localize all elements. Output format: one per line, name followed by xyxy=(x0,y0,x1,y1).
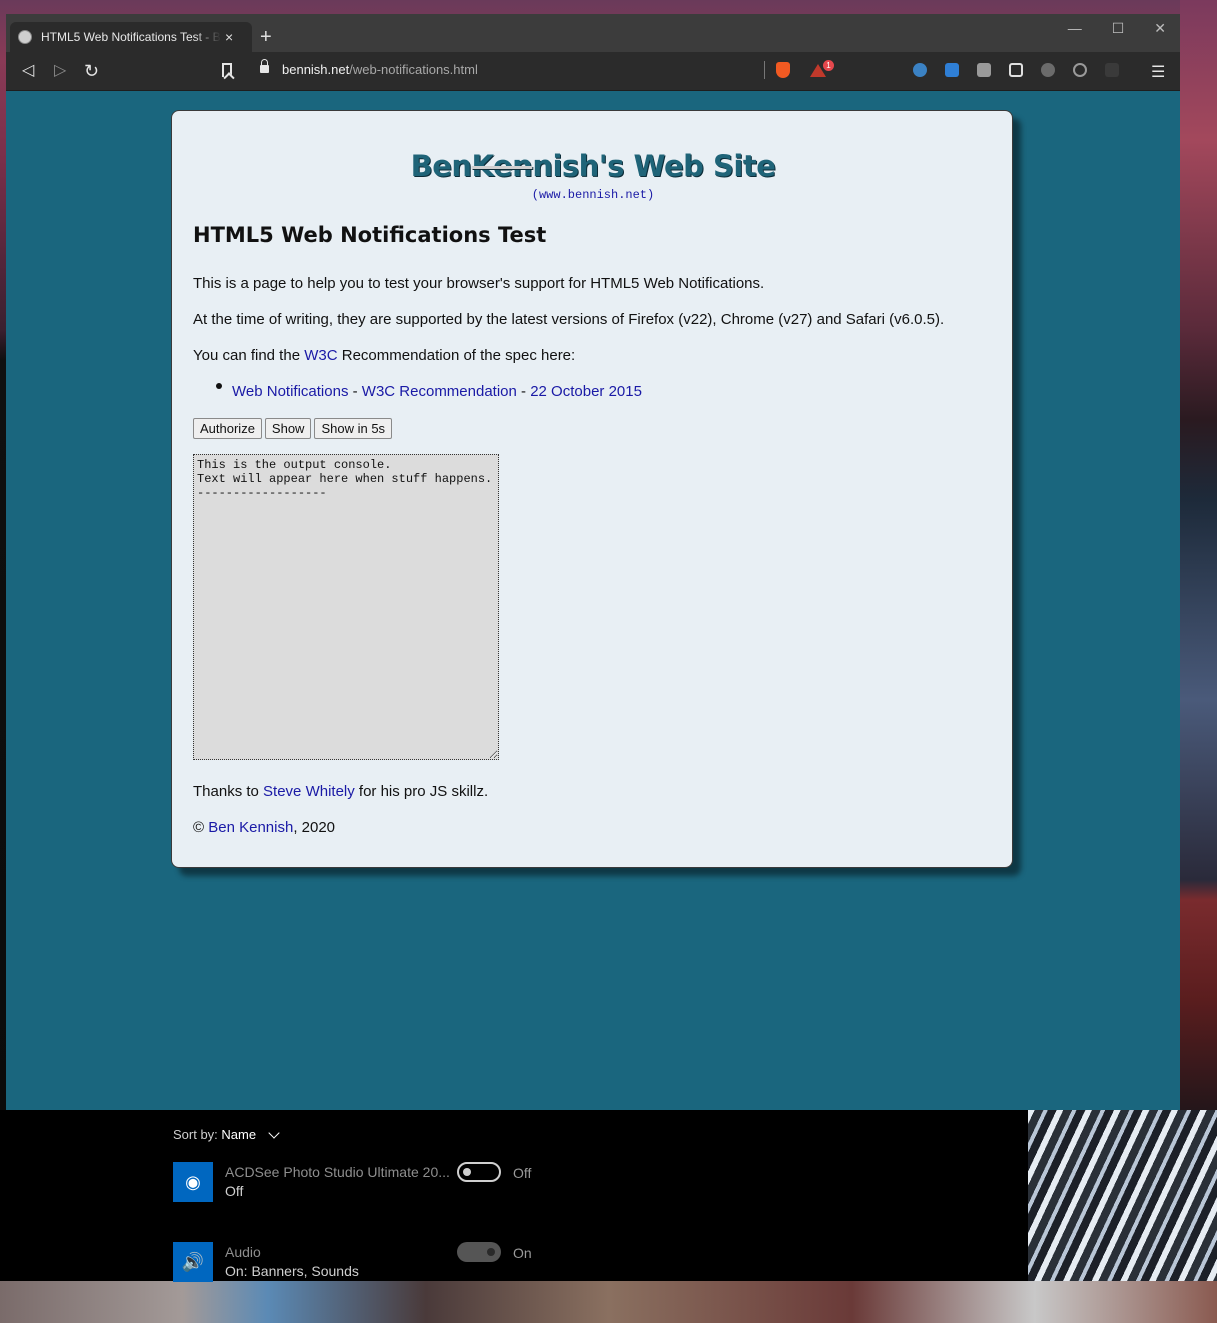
sort-by-dropdown[interactable]: Sort by: Name xyxy=(173,1127,256,1142)
app-status: Off xyxy=(225,1183,244,1199)
output-console[interactable]: This is the output console. Text will ap… xyxy=(193,454,499,760)
acdsee-notification-toggle[interactable] xyxy=(457,1162,501,1182)
thanks-suffix: for his pro JS skillz. xyxy=(354,783,489,800)
close-tab-icon[interactable]: × xyxy=(225,29,233,45)
copyright-suffix: , 2020 xyxy=(293,819,336,836)
extension-globe-icon[interactable] xyxy=(913,63,927,77)
desktop-wallpaper-strip xyxy=(0,1281,1217,1323)
lock-icon[interactable] xyxy=(260,59,269,73)
spec-paragraph-suffix: Recommendation of the spec here: xyxy=(337,347,576,364)
url-path: /web-notifications.html xyxy=(349,62,478,77)
extension-glasses-icon[interactable] xyxy=(1009,63,1023,77)
copyright-prefix: © xyxy=(193,819,209,836)
acdsee-app-icon: ◉ xyxy=(173,1162,213,1202)
spec-date-link[interactable]: 22 October 2015 xyxy=(530,383,642,400)
spec-paragraph-prefix: You can find the xyxy=(193,347,305,364)
sort-by-value: Name xyxy=(221,1127,257,1142)
w3c-link[interactable]: W3C xyxy=(304,347,337,364)
url-host: bennish.net xyxy=(282,62,350,77)
app-name[interactable]: ACDSee Photo Studio Ultimate 20... xyxy=(225,1164,450,1180)
spec-separator: - xyxy=(348,383,362,400)
new-tab-button[interactable]: + xyxy=(260,26,272,48)
web-notifications-link[interactable]: Web Notifications xyxy=(232,383,348,400)
tab-web-notifications[interactable]: HTML5 Web Notifications Test - Ben Kenni… xyxy=(10,22,252,52)
intro-paragraph: This is a page to help you to test your … xyxy=(193,275,765,292)
thanks-prefix: Thanks to xyxy=(193,783,264,800)
site-title[interactable]: BenKennish's Web Site xyxy=(172,149,1014,183)
spec-list-item: Web Notifications - W3C Recommendation -… xyxy=(232,383,642,400)
site-title-prefix: Ben xyxy=(410,149,472,183)
spec-paragraph: You can find the W3C Recommendation of t… xyxy=(193,347,575,364)
toolbar-divider xyxy=(764,61,765,79)
brave-shields-icon[interactable] xyxy=(776,62,790,78)
list-bullet xyxy=(216,383,222,389)
toggle-label: Off xyxy=(513,1165,532,1181)
support-paragraph: At the time of writing, they are support… xyxy=(193,311,945,328)
ben-kennish-link[interactable]: Ben Kennish xyxy=(208,819,293,836)
audio-notification-toggle[interactable] xyxy=(457,1242,501,1262)
extension-hook-icon[interactable] xyxy=(1041,63,1055,77)
maximize-icon[interactable]: ☐ xyxy=(1112,20,1125,37)
notification-settings-panel: Sort by: Name ◉ ACDSee Photo Studio Ulti… xyxy=(0,1110,1028,1282)
audio-speaker-icon: 🔊 xyxy=(173,1242,213,1282)
site-title-suffix: nish's Web Site xyxy=(532,149,776,183)
bookmark-icon[interactable] xyxy=(222,63,232,77)
authorize-button[interactable]: Authorize xyxy=(193,418,262,439)
reload-icon[interactable]: ↻ xyxy=(84,61,99,81)
toggle-label: On xyxy=(513,1245,532,1261)
site-title-strikethrough: Ken xyxy=(471,149,533,183)
extension-bitwarden-icon[interactable] xyxy=(945,63,959,77)
menu-icon[interactable]: ☰ xyxy=(1151,62,1165,82)
thanks-paragraph: Thanks to Steve Whitely for his pro JS s… xyxy=(193,783,488,800)
spec-separator: - xyxy=(516,383,531,400)
extension-history-icon[interactable] xyxy=(1073,63,1087,77)
tab-bar: HTML5 Web Notifications Test - Ben Kenni… xyxy=(6,14,1180,52)
page-content-card: BenKennish's Web Site (www.bennish.net) … xyxy=(171,110,1013,868)
show-button[interactable]: Show xyxy=(264,418,312,439)
extension-dim-icon[interactable] xyxy=(1105,63,1119,77)
extension-ublock-icon[interactable] xyxy=(977,63,991,77)
back-icon[interactable]: ◁ xyxy=(22,61,34,81)
app-name[interactable]: Audio xyxy=(225,1244,261,1260)
rewards-badge: 1 xyxy=(823,60,834,71)
w3c-recommendation-link[interactable]: W3C Recommendation xyxy=(362,383,517,400)
browser-window: HTML5 Web Notifications Test - Ben Kenni… xyxy=(6,14,1180,1110)
site-favicon-icon xyxy=(18,30,32,44)
forward-icon[interactable]: ▷ xyxy=(54,61,66,81)
close-window-icon[interactable]: ✕ xyxy=(1154,20,1166,37)
sort-by-label: Sort by: xyxy=(173,1127,222,1142)
page-title: HTML5 Web Notifications Test xyxy=(193,223,547,247)
app-status: On: Banners, Sounds xyxy=(225,1263,359,1279)
chevron-down-icon[interactable] xyxy=(268,1127,280,1139)
tab-title: HTML5 Web Notifications Test - Ben Kenni… xyxy=(41,30,221,44)
address-bar[interactable]: bennish.net/web-notifications.html xyxy=(282,62,478,77)
show-in-5s-button[interactable]: Show in 5s xyxy=(314,418,393,439)
action-buttons: Authorize Show Show in 5s xyxy=(193,418,393,439)
window-controls: — ☐ ✕ xyxy=(1068,20,1166,37)
minimize-icon[interactable]: — xyxy=(1068,20,1082,37)
browser-toolbar: ◁ ▷ ↻ bennish.net/web-notifications.html… xyxy=(6,52,1180,91)
copyright-paragraph: © Ben Kennish, 2020 xyxy=(193,819,335,836)
steve-whitely-link[interactable]: Steve Whitely xyxy=(263,783,355,800)
site-url: (www.bennish.net) xyxy=(531,188,655,202)
